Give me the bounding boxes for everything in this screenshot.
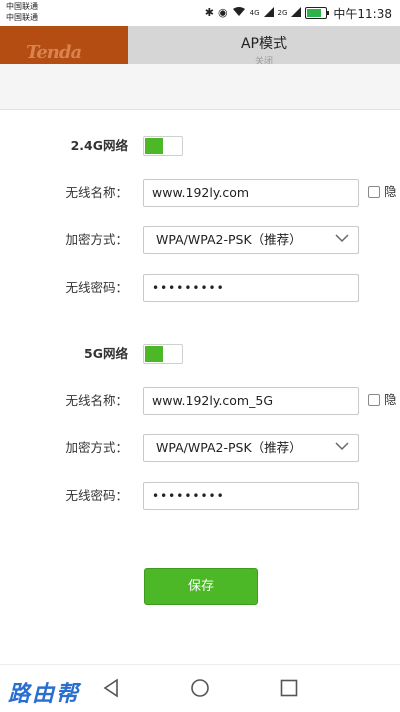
ap-mode-header: Tenda AP模式 关闭: [0, 26, 400, 64]
wifi24-hide-checkbox[interactable]: [368, 186, 380, 198]
chevron-down-icon: [335, 234, 349, 243]
eye-icon: ◉: [218, 6, 228, 19]
signal1-label: 4G: [249, 9, 260, 17]
wifi5-toggle-row: 5G网络: [0, 340, 400, 368]
back-triangle-icon[interactable]: [100, 677, 122, 699]
clock-time: 中午11:38: [333, 6, 392, 21]
carrier-2: 中国联通: [6, 13, 38, 22]
wifi5-security-row: 加密方式： WPA/WPA2-PSK（推荐）: [0, 434, 400, 462]
signal2-label: 2G: [277, 9, 288, 17]
wifi24-security-label: 加密方式：: [65, 232, 128, 247]
tenda-logo: Tenda: [0, 26, 128, 64]
wifi5-security-select[interactable]: WPA/WPA2-PSK（推荐）: [143, 434, 359, 462]
wifi24-label: 2.4G网络: [70, 138, 128, 153]
wifi24-password-label: 无线密码：: [65, 280, 128, 295]
save-button[interactable]: 保存: [144, 568, 258, 605]
wifi5-password-input[interactable]: •••••••••: [143, 482, 359, 510]
chevron-down-icon: [335, 442, 349, 451]
wifi24-toggle-row: 2.4G网络: [0, 132, 400, 160]
logo-text: Tenda: [26, 42, 82, 63]
signal-icon-1: [263, 6, 274, 20]
wifi5-hide-label: 隐: [384, 392, 397, 407]
wifi24-security-row: 加密方式： WPA/WPA2-PSK（推荐）: [0, 226, 400, 254]
home-circle-icon[interactable]: [189, 677, 211, 699]
wifi24-security-select[interactable]: WPA/WPA2-PSK（推荐）: [143, 226, 359, 254]
carrier-1: 中国联通: [6, 2, 38, 11]
wifi24-ssid-input[interactable]: www.192ly.com: [143, 179, 359, 207]
wifi24-toggle[interactable]: [143, 136, 183, 156]
wifi5-password-label: 无线密码：: [65, 488, 128, 503]
battery-icon: [305, 7, 330, 19]
wifi5-hide-checkbox[interactable]: [368, 394, 380, 406]
wifi-icon: [232, 6, 246, 20]
wifi24-ssid-row: 无线名称： www.192ly.com 隐: [0, 179, 400, 207]
wifi24-security-value: WPA/WPA2-PSK（推荐）: [156, 232, 302, 247]
wifi5-ssid-input[interactable]: www.192ly.com_5G: [143, 387, 359, 415]
bluetooth-icon: ✱: [204, 6, 215, 19]
recents-square-icon[interactable]: [278, 677, 300, 699]
wifi5-security-label: 加密方式：: [65, 440, 128, 455]
wifi24-ssid-label: 无线名称：: [65, 185, 128, 200]
status-icons: ✱ ◉ 4G 2G 中午11:38: [205, 5, 392, 21]
android-nav-bar: 路由帮: [0, 664, 400, 712]
wifi24-password-input[interactable]: •••••••••: [143, 274, 359, 302]
watermark-logo: 路由帮: [8, 681, 81, 707]
wifi5-security-value: WPA/WPA2-PSK（推荐）: [156, 440, 302, 455]
wifi5-label: 5G网络: [84, 346, 128, 361]
wifi5-ssid-row: 无线名称： www.192ly.com_5G 隐: [0, 387, 400, 415]
wifi24-password-row: 无线密码： •••••••••: [0, 274, 400, 302]
ap-mode-status[interactable]: 关闭: [128, 54, 400, 64]
wifi5-ssid-label: 无线名称：: [65, 393, 128, 408]
wifi24-hide-label: 隐: [384, 184, 397, 199]
wifi5-password-row: 无线密码： •••••••••: [0, 482, 400, 510]
status-bar: 中国联通 中国联通 ✱ ◉ 4G 2G 中午11:38: [0, 0, 400, 26]
wifi5-toggle[interactable]: [143, 344, 183, 364]
signal-icon-2: [291, 6, 302, 20]
page-title: AP模式: [240, 36, 288, 52]
section-divider-bar: [0, 64, 400, 110]
